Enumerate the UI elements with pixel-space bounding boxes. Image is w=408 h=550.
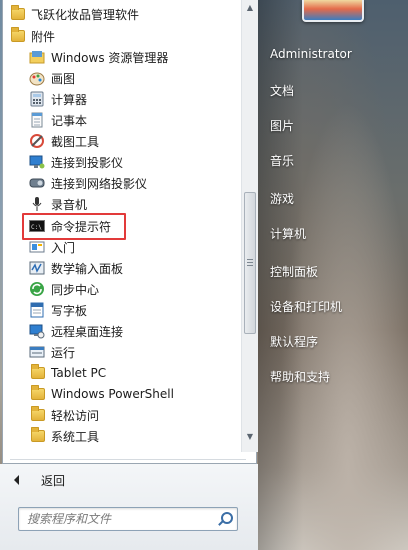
program-label: 远程桌面连接 xyxy=(51,324,124,339)
program-label: 运行 xyxy=(51,345,76,360)
right-item-games[interactable]: 游戏 xyxy=(270,190,294,207)
right-item-computer[interactable]: 计算机 xyxy=(270,225,306,242)
user-picture[interactable] xyxy=(302,0,364,22)
program-label: 系统工具 xyxy=(51,429,100,444)
microphone-icon xyxy=(29,196,45,212)
program-item-snipping-tool[interactable]: 截图工具 xyxy=(29,131,99,151)
program-label: 写字板 xyxy=(51,303,88,318)
all-programs-panel: 飞跃化妆品管理软件 附件 Windows 资源管理器 画图 计算器 记事本 截图… xyxy=(2,0,258,464)
program-item-remote-desktop[interactable]: 远程桌面连接 xyxy=(29,321,123,341)
right-item-control-panel[interactable]: 控制面板 xyxy=(270,263,318,280)
program-label: 附件 xyxy=(31,29,56,44)
right-item-pictures[interactable]: 图片 xyxy=(270,117,294,134)
program-list-scrollbar[interactable]: ▲ ▼ xyxy=(241,0,258,452)
run-icon xyxy=(29,344,45,360)
program-label: 飞跃化妆品管理软件 xyxy=(31,7,140,22)
right-item-help-support[interactable]: 帮助和支持 xyxy=(270,368,330,385)
paint-icon xyxy=(29,70,45,86)
program-item-math-input[interactable]: 数学输入面板 xyxy=(29,258,123,278)
right-item-devices-printers[interactable]: 设备和打印机 xyxy=(270,298,342,315)
scroll-down-arrow-icon[interactable]: ▼ xyxy=(242,430,258,444)
getting-started-icon xyxy=(29,239,45,255)
program-item-projector[interactable]: 连接到投影仪 xyxy=(29,152,123,172)
calculator-icon xyxy=(29,91,45,107)
network-projector-icon xyxy=(29,175,45,191)
program-label: Windows 资源管理器 xyxy=(51,50,169,65)
program-label: 录音机 xyxy=(51,197,88,212)
snipping-tool-icon xyxy=(29,133,45,149)
program-item-feiyue[interactable]: 飞跃化妆品管理软件 xyxy=(11,4,139,24)
program-label: 连接到投影仪 xyxy=(51,155,124,170)
grip-icon xyxy=(247,259,253,266)
program-item-accessories[interactable]: 附件 xyxy=(11,26,55,46)
program-label: 同步中心 xyxy=(51,282,100,297)
divider xyxy=(10,459,246,460)
program-label: 记事本 xyxy=(51,113,88,128)
folder-icon xyxy=(11,5,25,20)
program-item-calculator[interactable]: 计算器 xyxy=(29,89,87,109)
program-item-wordpad[interactable]: 写字板 xyxy=(29,300,87,320)
program-label: 数学输入面板 xyxy=(51,261,124,276)
program-label: 入门 xyxy=(51,240,76,255)
projector-icon xyxy=(29,154,45,170)
program-label: 画图 xyxy=(51,71,76,86)
program-label: 连接到网络投影仪 xyxy=(51,176,148,191)
sync-center-icon xyxy=(29,281,45,297)
program-item-ease-of-access[interactable]: 轻松访问 xyxy=(31,405,99,425)
search-input[interactable] xyxy=(18,507,238,531)
explorer-icon xyxy=(29,49,45,65)
program-label: 轻松访问 xyxy=(51,408,100,423)
notepad-icon xyxy=(29,112,45,128)
search-icon[interactable] xyxy=(221,512,233,524)
program-item-tablet-pc[interactable]: Tablet PC xyxy=(31,363,106,383)
back-label: 返回 xyxy=(41,473,66,488)
program-item-getting-started[interactable]: 入门 xyxy=(29,237,75,257)
remote-desktop-icon xyxy=(29,323,45,339)
program-item-powershell[interactable]: Windows PowerShell xyxy=(31,384,174,404)
folder-icon xyxy=(31,385,45,400)
right-item-default-programs[interactable]: 默认程序 xyxy=(270,333,318,350)
program-label: 计算器 xyxy=(51,92,88,107)
math-input-icon xyxy=(29,260,45,276)
program-item-network-projector[interactable]: 连接到网络投影仪 xyxy=(29,173,147,193)
scroll-up-arrow-icon[interactable]: ▲ xyxy=(242,1,258,15)
program-item-explorer[interactable]: Windows 资源管理器 xyxy=(29,47,168,67)
program-list: 飞跃化妆品管理软件 附件 Windows 资源管理器 画图 计算器 记事本 截图… xyxy=(3,0,241,464)
scroll-thumb[interactable] xyxy=(244,192,256,334)
folder-icon xyxy=(11,27,25,42)
program-item-sound-recorder[interactable]: 录音机 xyxy=(29,194,87,214)
right-item-documents[interactable]: 文档 xyxy=(270,82,294,99)
back-button[interactable]: 返回 xyxy=(8,470,65,490)
program-item-system-tools[interactable]: 系统工具 xyxy=(31,426,99,446)
program-item-paint[interactable]: 画图 xyxy=(29,68,75,88)
right-item-music[interactable]: 音乐 xyxy=(270,152,294,169)
folder-icon xyxy=(31,427,45,442)
folder-icon xyxy=(31,406,45,421)
back-arrow-icon xyxy=(14,475,19,485)
program-item-notepad[interactable]: 记事本 xyxy=(29,110,87,130)
program-label: Windows PowerShell xyxy=(51,387,174,401)
folder-icon xyxy=(31,364,45,379)
wordpad-icon xyxy=(29,302,45,318)
program-item-run[interactable]: 运行 xyxy=(29,342,75,362)
program-label: 截图工具 xyxy=(51,134,100,149)
right-item-user[interactable]: Administrator xyxy=(270,47,352,61)
program-item-sync-center[interactable]: 同步中心 xyxy=(29,279,99,299)
command-prompt-highlight xyxy=(22,213,126,240)
program-label: Tablet PC xyxy=(51,366,107,380)
